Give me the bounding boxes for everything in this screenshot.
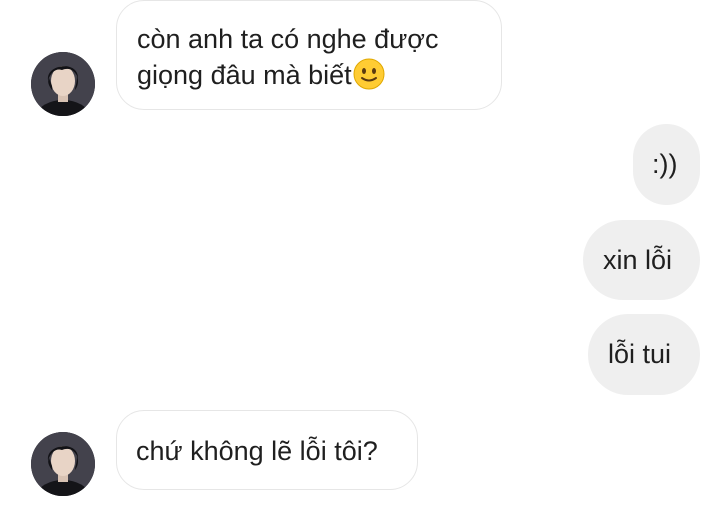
message-text-line-2-text: giọng đâu mà biết	[137, 60, 352, 90]
message-text: lỗi tui	[608, 339, 672, 369]
message-bubble-3[interactable]: xin lỗi	[583, 220, 700, 300]
message-bubble-5[interactable]: chứ không lẽ lỗi tôi?	[116, 410, 418, 490]
message-bubble-4[interactable]: lỗi tui	[588, 314, 700, 395]
message-bubble-2[interactable]: :))	[633, 124, 700, 205]
message-bubble-1[interactable]: còn anh ta có nghe được giọng đâu mà biế…	[116, 0, 502, 110]
message-text: xin lỗi	[603, 245, 673, 275]
avatar-photo	[31, 52, 95, 116]
message-text: chứ không lẽ lỗi tôi?	[136, 436, 378, 466]
contact-avatar[interactable]	[31, 52, 95, 116]
contact-avatar[interactable]	[31, 432, 95, 496]
message-text: :))	[652, 149, 678, 179]
slightly-smiling-face-icon	[353, 58, 385, 90]
avatar-photo	[31, 432, 95, 496]
message-text-line-2: giọng đâu mà biết	[137, 57, 501, 93]
message-text-line-1: còn anh ta có nghe được	[137, 24, 439, 54]
